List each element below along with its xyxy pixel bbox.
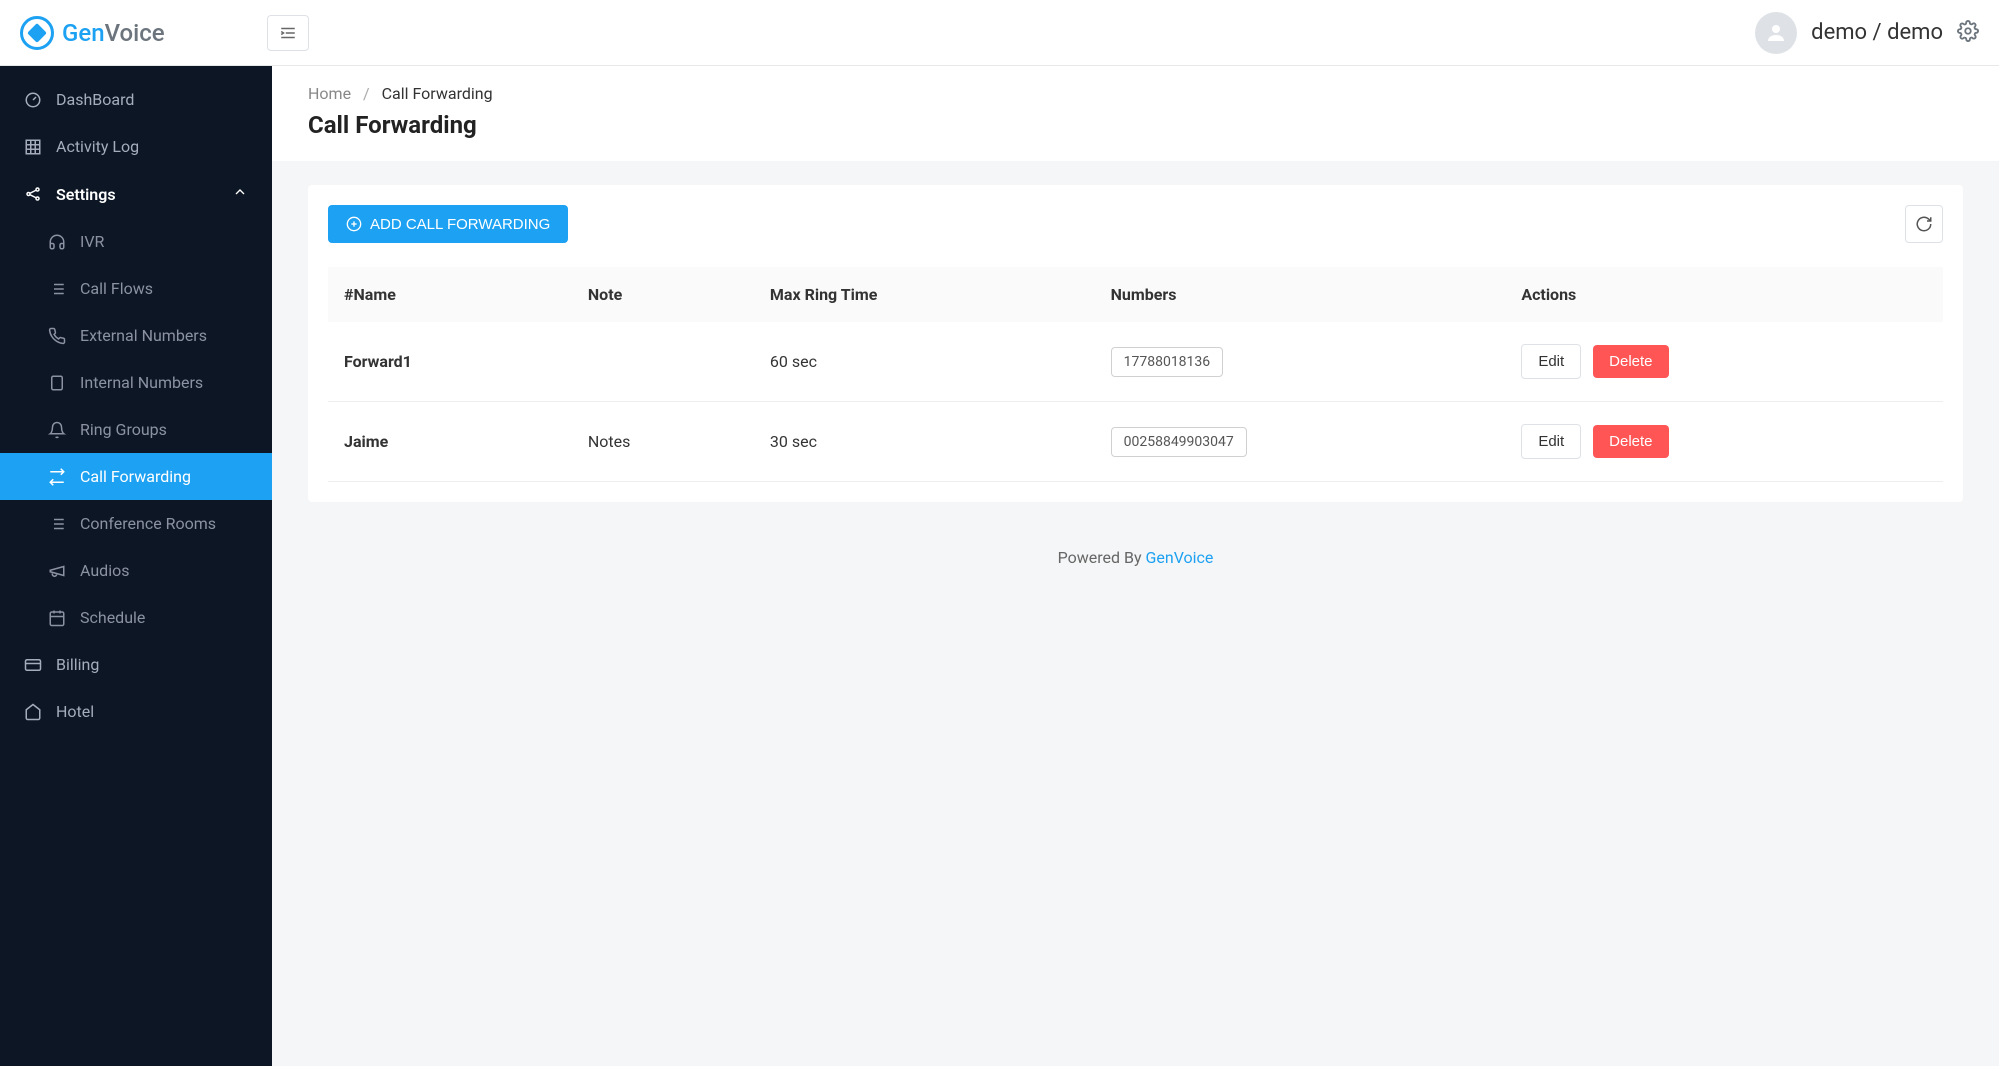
page-title: Call Forwarding xyxy=(308,111,1963,139)
delete-button[interactable]: Delete xyxy=(1593,345,1668,378)
sidebar-item-label: Billing xyxy=(56,655,99,674)
cell-max-ring-time: 60 sec xyxy=(754,322,1095,402)
settings-gear-button[interactable] xyxy=(1957,20,1979,46)
menu-indent-icon xyxy=(279,24,297,42)
sidebar-item-label: Schedule xyxy=(80,608,145,627)
sidebar-item-ring-groups[interactable]: Ring Groups xyxy=(0,406,272,453)
grid-icon xyxy=(24,138,42,156)
bell-icon xyxy=(48,421,66,439)
cell-note xyxy=(572,322,754,402)
cell-numbers: 00258849903047 xyxy=(1095,402,1506,482)
user-name-label[interactable]: demo / demo xyxy=(1811,20,1943,45)
cell-max-ring-time: 30 sec xyxy=(754,402,1095,482)
table-row: Forward1 60 sec 17788018136 Edit Delete xyxy=(328,322,1943,402)
chevron-up-icon xyxy=(232,184,248,204)
main-content: Home / Call Forwarding Call Forwarding A… xyxy=(272,66,1999,1066)
share-icon xyxy=(24,185,42,203)
home-icon xyxy=(24,703,42,721)
headphones-icon xyxy=(48,233,66,251)
refresh-button[interactable] xyxy=(1905,205,1943,243)
sidebar-item-label: IVR xyxy=(80,232,104,251)
sidebar-item-label: Call Forwarding xyxy=(80,467,191,486)
card: ADD CALL FORWARDING #Name Note Max Ring … xyxy=(308,185,1963,502)
sidebar-item-label: Activity Log xyxy=(56,137,139,156)
delete-button[interactable]: Delete xyxy=(1593,425,1668,458)
sidebar-item-external-numbers[interactable]: External Numbers xyxy=(0,312,272,359)
page-header: Home / Call Forwarding Call Forwarding xyxy=(272,66,1999,161)
th-max-ring-time: Max Ring Time xyxy=(754,267,1095,322)
list-icon xyxy=(48,280,66,298)
sidebar: DashBoard Activity Log Settings IVR Call… xyxy=(0,66,272,1066)
cell-numbers: 17788018136 xyxy=(1095,322,1506,402)
list-icon xyxy=(48,515,66,533)
sidebar-item-audios[interactable]: Audios xyxy=(0,547,272,594)
card-icon xyxy=(24,656,42,674)
sidebar-item-hotel[interactable]: Hotel xyxy=(0,688,272,735)
sidebar-item-billing[interactable]: Billing xyxy=(0,641,272,688)
breadcrumb: Home / Call Forwarding xyxy=(308,84,1963,103)
add-call-forwarding-button[interactable]: ADD CALL FORWARDING xyxy=(328,205,568,243)
phone-icon xyxy=(48,327,66,345)
sidebar-item-ivr[interactable]: IVR xyxy=(0,218,272,265)
cell-name: Jaime xyxy=(328,402,572,482)
cell-actions: Edit Delete xyxy=(1505,322,1943,402)
number-badge: 00258849903047 xyxy=(1111,427,1247,457)
sidebar-item-label: Hotel xyxy=(56,702,94,721)
table-row: Jaime Notes 30 sec 00258849903047 Edit D… xyxy=(328,402,1943,482)
th-actions: Actions xyxy=(1505,267,1943,322)
header-left: GenVoice xyxy=(20,15,309,51)
footer-text: Powered By xyxy=(1058,548,1146,567)
dashboard-icon xyxy=(24,91,42,109)
sidebar-item-call-flows[interactable]: Call Flows xyxy=(0,265,272,312)
sidebar-item-call-forwarding[interactable]: Call Forwarding xyxy=(0,453,272,500)
tablet-icon xyxy=(48,374,66,392)
sidebar-item-label: Settings xyxy=(56,185,116,204)
sidebar-item-label: Call Flows xyxy=(80,279,153,298)
sidebar-item-label: Audios xyxy=(80,561,129,580)
sidebar-item-internal-numbers[interactable]: Internal Numbers xyxy=(0,359,272,406)
footer: Powered By GenVoice xyxy=(272,526,1999,589)
brand-logo[interactable]: GenVoice xyxy=(20,16,165,50)
logo-text-voice: Voice xyxy=(105,19,165,47)
sidebar-item-label: Internal Numbers xyxy=(80,373,203,392)
sidebar-item-label: Ring Groups xyxy=(80,420,167,439)
add-button-label: ADD CALL FORWARDING xyxy=(370,216,550,233)
calendar-icon xyxy=(48,609,66,627)
footer-brand-link[interactable]: GenVoice xyxy=(1145,548,1213,567)
plus-circle-icon xyxy=(346,216,362,232)
header-right: demo / demo xyxy=(1755,12,1979,54)
megaphone-icon xyxy=(48,562,66,580)
logo-text-gen: Gen xyxy=(62,19,105,47)
edit-button[interactable]: Edit xyxy=(1521,344,1581,379)
cell-name: Forward1 xyxy=(328,322,572,402)
th-name: #Name xyxy=(328,267,572,322)
th-numbers: Numbers xyxy=(1095,267,1506,322)
edit-button[interactable]: Edit xyxy=(1521,424,1581,459)
user-avatar[interactable] xyxy=(1755,12,1797,54)
breadcrumb-separator: / xyxy=(363,84,370,103)
sidebar-item-activity-log[interactable]: Activity Log xyxy=(0,123,272,170)
logo-icon xyxy=(20,16,54,50)
swap-icon xyxy=(48,468,66,486)
sidebar-item-conference-rooms[interactable]: Conference Rooms xyxy=(0,500,272,547)
cell-note: Notes xyxy=(572,402,754,482)
sidebar-item-dashboard[interactable]: DashBoard xyxy=(0,76,272,123)
sidebar-toggle-button[interactable] xyxy=(267,15,309,51)
sidebar-item-label: DashBoard xyxy=(56,90,134,109)
card-actions: ADD CALL FORWARDING xyxy=(328,205,1943,243)
refresh-icon xyxy=(1915,215,1933,233)
th-note: Note xyxy=(572,267,754,322)
call-forwarding-table: #Name Note Max Ring Time Numbers Actions… xyxy=(328,267,1943,482)
sidebar-item-label: Conference Rooms xyxy=(80,514,216,533)
content-area: ADD CALL FORWARDING #Name Note Max Ring … xyxy=(272,161,1999,526)
breadcrumb-home[interactable]: Home xyxy=(308,84,351,103)
sidebar-item-schedule[interactable]: Schedule xyxy=(0,594,272,641)
logo-text: GenVoice xyxy=(62,19,165,47)
sidebar-item-label: External Numbers xyxy=(80,326,207,345)
breadcrumb-current: Call Forwarding xyxy=(382,84,493,103)
sidebar-item-settings[interactable]: Settings xyxy=(0,170,272,218)
cell-actions: Edit Delete xyxy=(1505,402,1943,482)
top-header: GenVoice demo / demo xyxy=(0,0,1999,66)
number-badge: 17788018136 xyxy=(1111,347,1224,377)
